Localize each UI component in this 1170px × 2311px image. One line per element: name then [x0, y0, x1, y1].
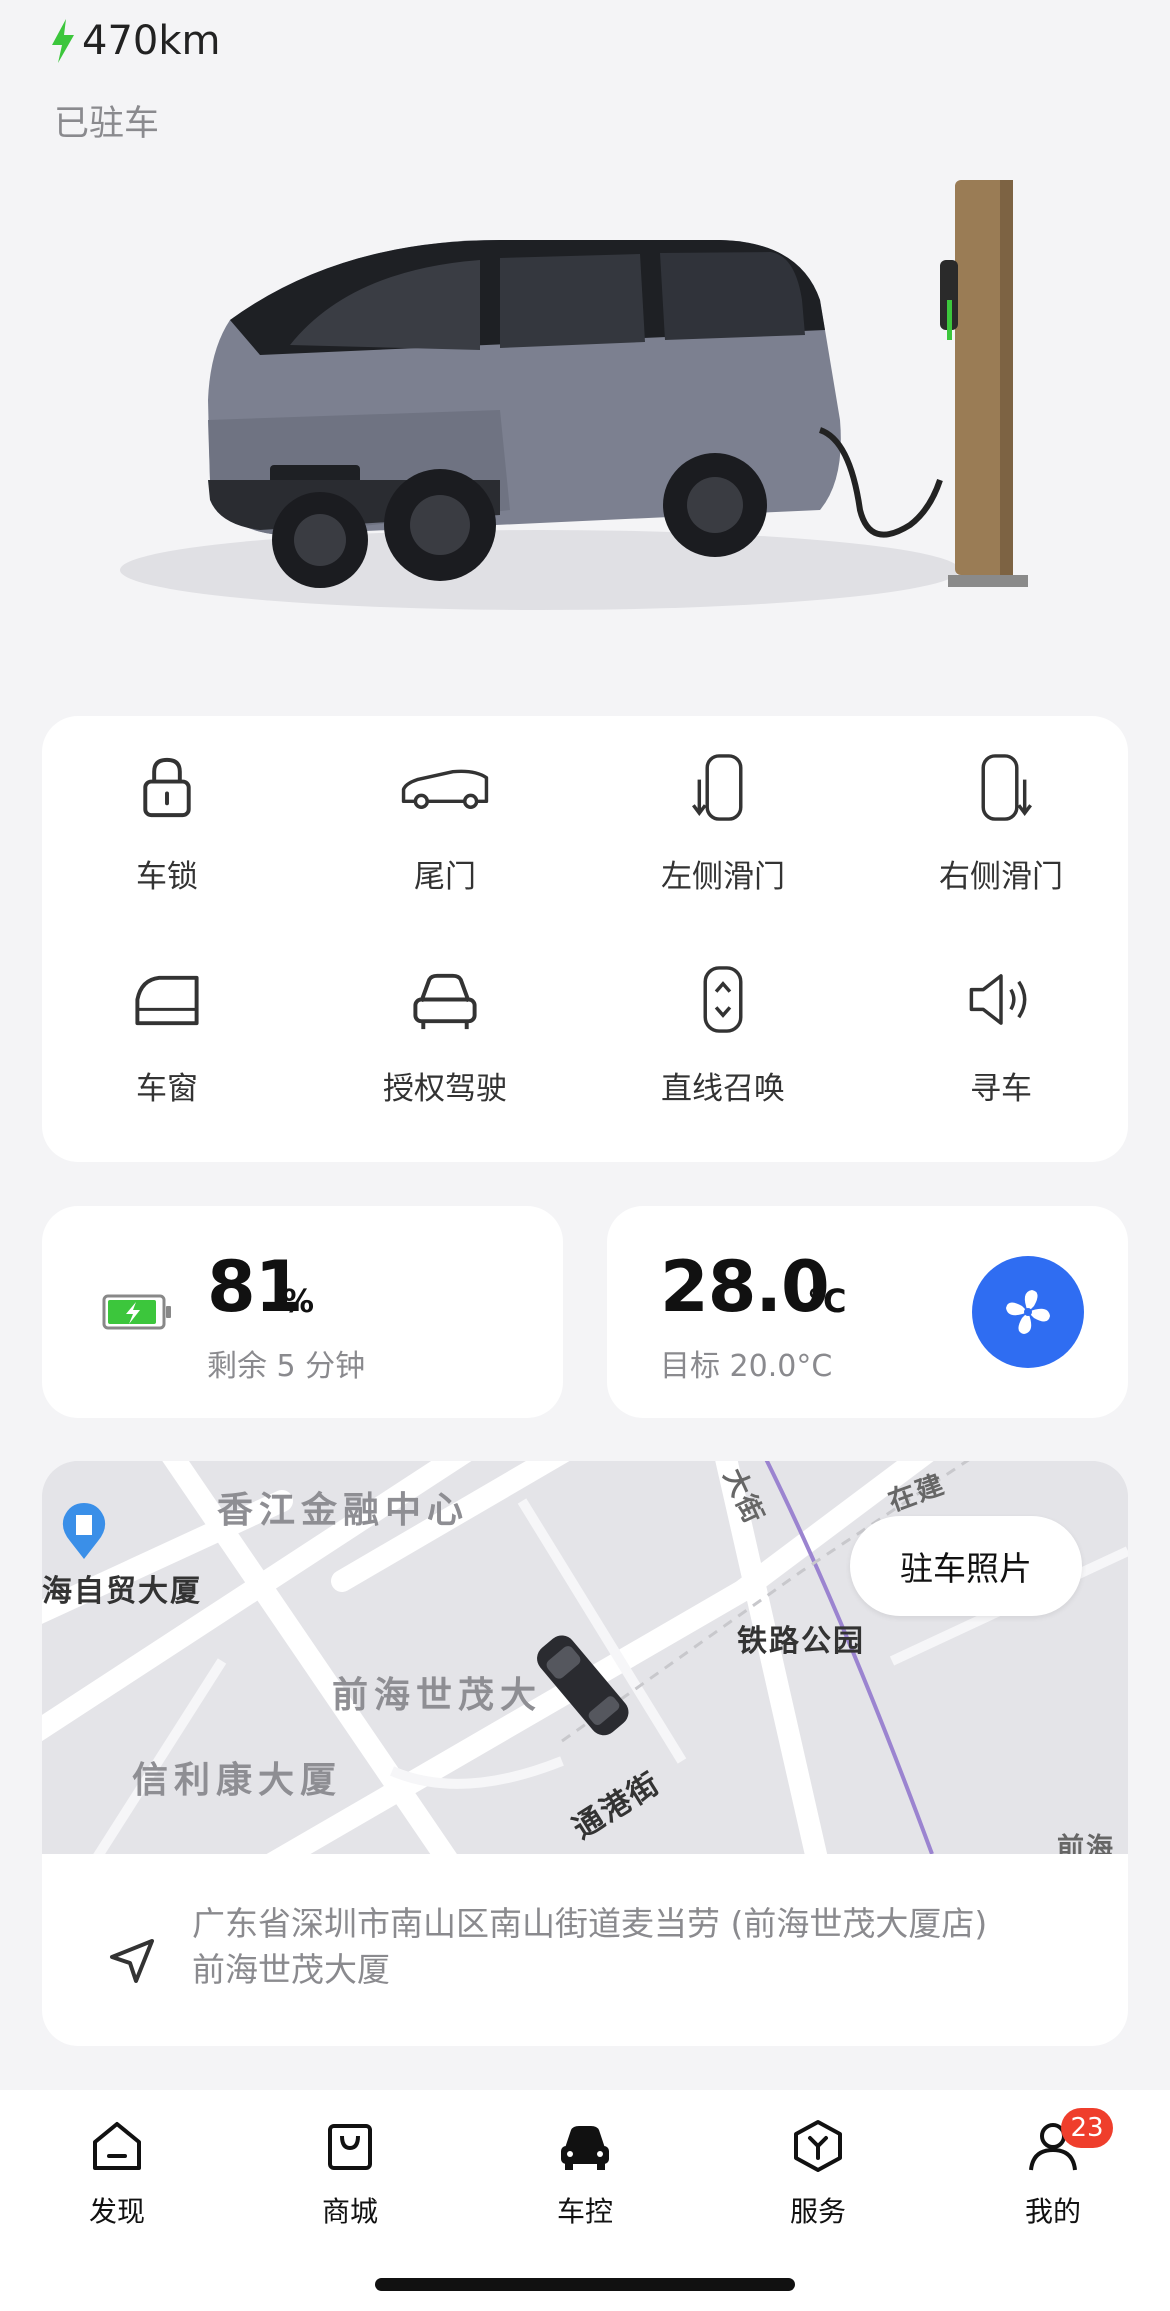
right-sliding-door-label: 右侧滑门: [939, 859, 1063, 895]
range-indicator: 470km: [50, 18, 220, 64]
tab-discover[interactable]: 发现: [27, 2116, 207, 2230]
location-card[interactable]: 香江金融中心 海自贸大厦 前海世茂大 信利康大厦 铁路公园 通港街 大街 在建 …: [42, 1461, 1128, 2046]
vehicle-controls-card: 车锁 尾门 左侧滑门 右侧滑门 车窗 授权驾驶 直线召唤 寻车: [42, 716, 1128, 1162]
left-sliding-door-control[interactable]: 左侧滑门: [608, 716, 838, 896]
target-temperature: 目标 20.0°C: [660, 1349, 833, 1384]
tailgate-control[interactable]: 尾门: [330, 716, 560, 896]
tab-service-label: 服务: [789, 2195, 846, 2228]
charging-battery-icon: [102, 1294, 171, 1330]
lock-control[interactable]: 车锁: [52, 716, 282, 896]
shopping-bag-icon: [328, 2124, 372, 2170]
speaker-icon: [969, 974, 1027, 1025]
tab-car-control[interactable]: 车控: [495, 2116, 675, 2230]
straight-summon-icon: [703, 966, 743, 1033]
navigation-arrow-icon[interactable]: [102, 1931, 162, 1991]
range-value: 470km: [82, 18, 221, 64]
car-location-marker-icon: [537, 1635, 629, 1736]
climate-toggle-button[interactable]: [972, 1256, 1084, 1368]
window-label: 车窗: [136, 1071, 198, 1107]
map-label-qianhai: 前海: [1057, 1833, 1115, 1854]
parking-address: 广东省深圳市南山区南山街道麦当劳 (前海世茂大厦店) 前海世茂大厦: [192, 1901, 987, 1993]
fan-icon: [1006, 1290, 1050, 1334]
left-sliding-door-label: 左侧滑门: [661, 859, 785, 895]
tab-profile[interactable]: 我的 23: [963, 2108, 1143, 2230]
lock-label: 车锁: [136, 859, 198, 895]
tailgate-label: 尾门: [414, 859, 476, 895]
home-icon: [93, 2122, 141, 2170]
tab-mall[interactable]: 商城: [260, 2116, 440, 2230]
find-car-label: 寻车: [970, 1071, 1032, 1107]
address-line-1: 广东省深圳市南山区南山街道麦当劳 (前海世茂大厦店): [192, 1904, 988, 1943]
home-indicator[interactable]: [375, 2278, 795, 2291]
find-car-control[interactable]: 寻车: [886, 928, 1116, 1108]
charge-remaining: 剩余 5 分钟: [207, 1349, 366, 1384]
battery-unit: %: [282, 1282, 315, 1320]
tailgate-icon: [401, 769, 489, 809]
climate-card[interactable]: 28.0 °C 目标 20.0°C: [607, 1206, 1128, 1418]
straight-summon-label: 直线召唤: [661, 1071, 785, 1107]
tab-profile-label: 我的: [1024, 2195, 1081, 2228]
vehicle-charging-image: [120, 180, 1028, 610]
straight-summon-control[interactable]: 直线召唤: [608, 928, 838, 1108]
cabin-temperature: 28.0: [660, 1246, 830, 1328]
window-icon: [135, 975, 199, 1026]
battery-card[interactable]: 81 % 剩余 5 分钟: [42, 1206, 563, 1418]
map-label-railway-park: 铁路公园: [737, 1624, 865, 1659]
building-pin-icon: [62, 1503, 106, 1559]
temperature-unit: °C: [807, 1282, 847, 1320]
tab-car-control-label: 车控: [556, 2195, 613, 2228]
window-control[interactable]: 车窗: [52, 928, 282, 1108]
parking-photo-button[interactable]: 驻车照片: [850, 1516, 1082, 1616]
authorized-driving-label: 授权驾驶: [383, 1071, 507, 1107]
right-sliding-door-control[interactable]: 右侧滑门: [886, 716, 1116, 896]
tab-mall-label: 商城: [321, 2195, 378, 2228]
tab-discover-label: 发现: [88, 2195, 145, 2228]
parking-map[interactable]: 香江金融中心 海自贸大厦 前海世茂大 信利康大厦 铁路公园 通港街 大街 在建 …: [42, 1461, 1128, 1854]
notification-badge: 23: [1061, 2108, 1113, 2148]
address-line-2: 前海世茂大厦: [192, 1950, 390, 1989]
map-label-trade-building: 海自贸大厦: [42, 1574, 202, 1609]
tab-service[interactable]: 服务: [728, 2116, 908, 2230]
right-sliding-door-icon: [981, 754, 1032, 821]
authorized-driving-control[interactable]: 授权驾驶: [330, 928, 560, 1108]
authorized-driving-icon: [413, 973, 477, 1030]
map-label-xinlikang: 信利康大厦: [132, 1760, 343, 1801]
lock-icon: [143, 757, 191, 818]
parking-status: 已驻车: [54, 104, 160, 144]
service-icon: [794, 2120, 842, 2172]
left-sliding-door-icon: [692, 754, 743, 821]
map-label-shimao: 前海世茂大: [332, 1675, 543, 1716]
car-control-icon: [561, 2126, 609, 2170]
lightning-icon: [52, 19, 74, 63]
map-label-finance-center: 香江金融中心: [217, 1490, 470, 1531]
